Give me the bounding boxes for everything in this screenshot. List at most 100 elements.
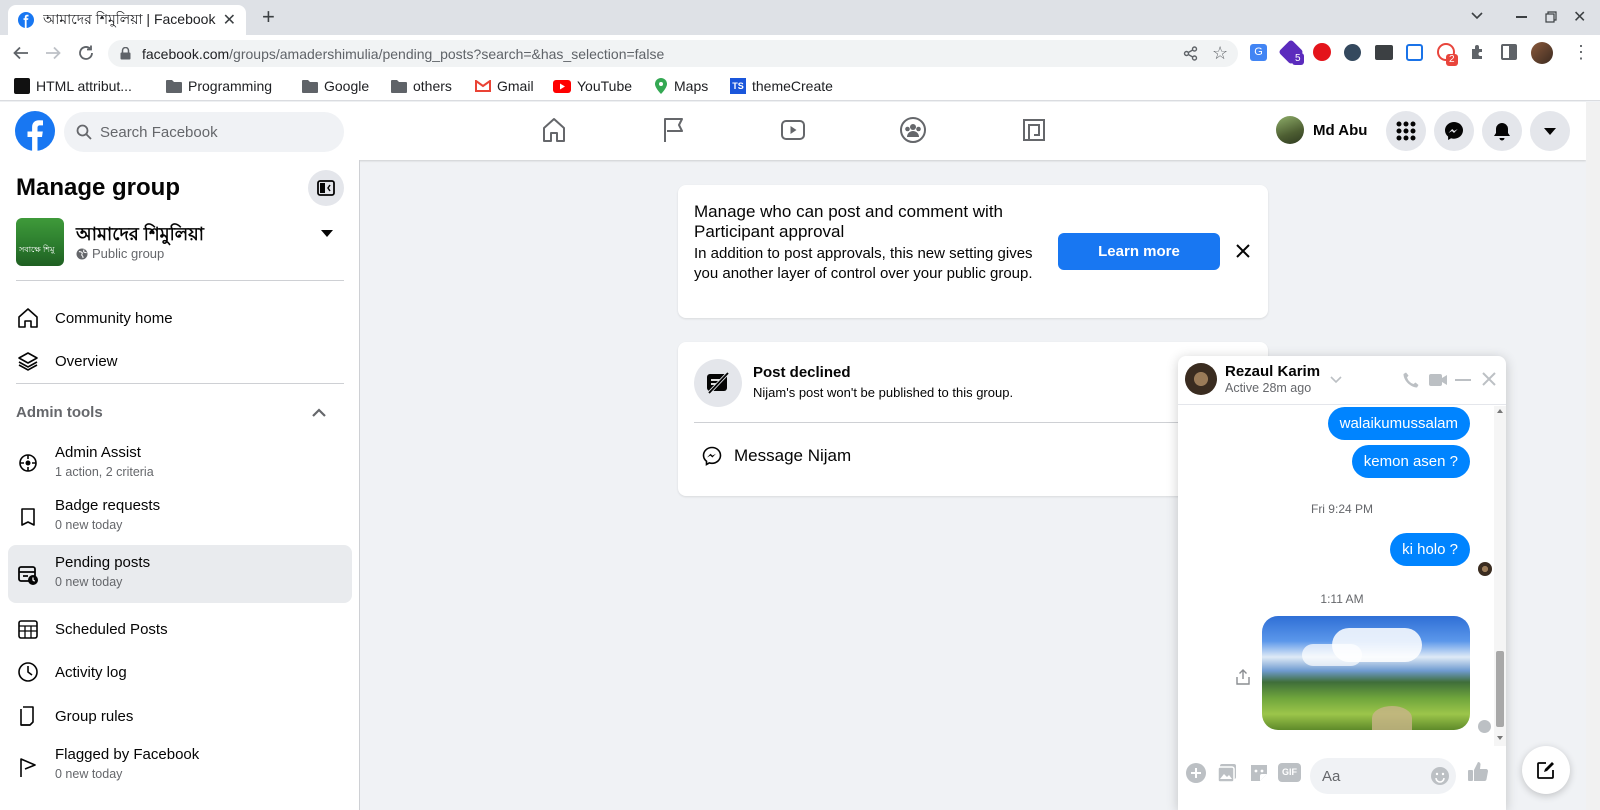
rules-icon [16, 705, 40, 727]
account-menu-button[interactable] [1530, 111, 1570, 151]
chat-scrollbar-down-arrow[interactable] [1497, 736, 1503, 740]
share-icon[interactable] [1236, 669, 1250, 685]
avatar[interactable] [1185, 363, 1217, 395]
video-call-icon[interactable] [1428, 372, 1448, 388]
bookmark-themecreate[interactable]: TS themeCreate [730, 75, 833, 97]
banner-title: Manage who can post and comment with Par… [694, 202, 1004, 241]
chevron-up-icon[interactable] [312, 408, 326, 417]
layers-icon [16, 350, 40, 372]
chat-composer: GIF Aa [1178, 746, 1506, 810]
menu-grid-button[interactable] [1386, 111, 1426, 151]
profile-shortcut[interactable]: Md Abu [1276, 116, 1367, 144]
cursor-extension-icon[interactable] [1344, 44, 1361, 61]
extensions-puzzle-icon[interactable] [1469, 43, 1487, 61]
facebook-header: Search Facebook Md Abu [0, 102, 1586, 160]
chat-scrollbar-thumb[interactable] [1496, 651, 1504, 727]
sidebar-item-pending-posts[interactable]: Pending posts 0 new today [8, 545, 352, 603]
forward-icon[interactable] [44, 44, 62, 62]
back-icon[interactable] [12, 44, 30, 62]
sidebar-item-flagged-by-facebook[interactable]: Flagged by Facebook 0 new today [8, 741, 352, 791]
participant-approval-banner: Manage who can post and comment with Par… [678, 185, 1268, 318]
translate-extension-icon[interactable]: G [1250, 44, 1267, 61]
sidebar-item-label: Community home [55, 309, 173, 327]
group-dropdown-caret-icon[interactable] [320, 228, 334, 238]
lock-icon [120, 47, 131, 60]
home-nav-icon[interactable] [540, 116, 568, 144]
chat-scrollbar-up-arrow[interactable] [1497, 409, 1503, 413]
chat-scrollbar[interactable] [1494, 406, 1506, 746]
close-window-icon[interactable]: ✕ [1573, 7, 1586, 27]
new-tab-icon[interactable]: + [262, 6, 275, 28]
tab-search-icon[interactable] [1470, 8, 1484, 22]
close-tab-icon[interactable]: ✕ [223, 10, 236, 30]
admin-tools-label: Admin tools [16, 404, 103, 421]
chat-contact-name[interactable]: Rezaul Karim [1225, 363, 1320, 380]
gif-icon[interactable]: GIF [1278, 763, 1301, 782]
restore-window-icon[interactable] [1545, 11, 1557, 23]
address-bar[interactable]: facebook.com/groups/amadershimulia/pendi… [108, 40, 1238, 67]
bookmark-programming[interactable]: Programming [166, 75, 272, 97]
bookmark-others[interactable]: others [391, 75, 452, 97]
declined-document-icon [705, 371, 731, 395]
thumbs-up-icon[interactable] [1466, 760, 1490, 784]
sidebar-item-label: Group rules [55, 707, 134, 725]
add-more-icon[interactable] [1185, 762, 1207, 784]
bookmark-google[interactable]: Google [302, 75, 369, 97]
sidebar-item-admin-assist[interactable]: Admin Assist 1 action, 2 criteria [8, 438, 352, 486]
chat-image-message[interactable] [1262, 616, 1470, 730]
globe-icon [76, 248, 88, 260]
phone-call-icon[interactable] [1402, 371, 1420, 389]
messenger-button[interactable] [1434, 111, 1474, 151]
minimize-window-icon[interactable] [1516, 16, 1527, 18]
side-panel-icon[interactable] [1501, 44, 1517, 60]
close-chat-icon[interactable] [1481, 371, 1497, 387]
learn-more-button[interactable]: Learn more [1058, 233, 1220, 270]
group-privacy-label: Public group [92, 246, 165, 261]
chat-header[interactable]: Rezaul Karim Active 28m ago [1178, 356, 1506, 405]
share-icon[interactable] [1183, 46, 1198, 61]
terminal-extension-icon[interactable] [1375, 45, 1393, 60]
pages-flag-nav-icon[interactable] [660, 116, 688, 144]
chrome-menu-icon[interactable]: ⋮ [1572, 43, 1590, 61]
bookmark-html-attributes[interactable]: HTML attribut... [14, 75, 132, 97]
bookmark-youtube[interactable]: YouTube [553, 75, 632, 97]
bookmark-star-icon[interactable]: ☆ [1212, 43, 1228, 64]
sidebar-item-community-home[interactable]: Community home [8, 300, 352, 336]
groups-nav-icon[interactable] [899, 116, 927, 144]
group-switcher[interactable]: সবাক্ষে শিমু আমাদের শিমুলিয়া Public gro… [16, 218, 344, 266]
watch-video-nav-icon[interactable] [779, 116, 807, 144]
sidebar-item-scheduled-posts[interactable]: Scheduled Posts [8, 611, 352, 647]
window-resizer-extension-icon[interactable] [1406, 44, 1423, 61]
photo-icon[interactable] [1216, 762, 1238, 784]
page-scrollbar[interactable] [1586, 102, 1600, 810]
search-facebook-input[interactable]: Search Facebook [64, 112, 344, 152]
facebook-logo[interactable] [15, 111, 55, 151]
chat-timestamp: 1:11 AM [1320, 592, 1364, 606]
browser-tab[interactable]: আমাদের শিমুলিয়া | Facebook ✕ [8, 5, 246, 35]
emoji-icon[interactable] [1430, 766, 1450, 786]
new-message-button[interactable] [1522, 746, 1570, 794]
sidebar-item-group-rules[interactable]: Group rules [8, 698, 352, 734]
sidebar-item-activity-log[interactable]: Activity log [8, 654, 352, 690]
sidebar-title: Manage group [16, 174, 181, 201]
collapse-sidebar-button[interactable] [308, 170, 344, 206]
bookmark-gmail[interactable]: Gmail [475, 75, 534, 97]
reload-icon[interactable] [77, 44, 95, 62]
bookmark-label: Gmail [497, 78, 534, 94]
minimize-chat-icon[interactable] [1455, 379, 1471, 381]
sidebar-item-label: Badge requests [55, 497, 161, 514]
message-nijam-button[interactable]: Message Nijam [694, 434, 1252, 478]
notifications-button[interactable] [1482, 111, 1522, 151]
close-icon[interactable] [1235, 243, 1251, 259]
bookmark-maps[interactable]: Maps [654, 75, 708, 97]
sticker-icon[interactable] [1248, 762, 1270, 784]
message-input[interactable]: Aa [1310, 758, 1456, 794]
adblock-extension-icon[interactable] [1313, 43, 1331, 61]
sidebar-item-badge-requests[interactable]: Badge requests 0 new today [8, 491, 352, 541]
chrome-profile-avatar[interactable] [1531, 42, 1553, 64]
chat-messages[interactable]: walaikumussalam kemon asen ? Fri 9:24 PM… [1178, 406, 1506, 746]
sidebar-item-overview[interactable]: Overview [8, 343, 352, 379]
chevron-down-icon[interactable] [1330, 376, 1342, 384]
gaming-nav-icon[interactable] [1020, 116, 1048, 144]
admin-tools-header[interactable]: Admin tools [16, 404, 344, 424]
